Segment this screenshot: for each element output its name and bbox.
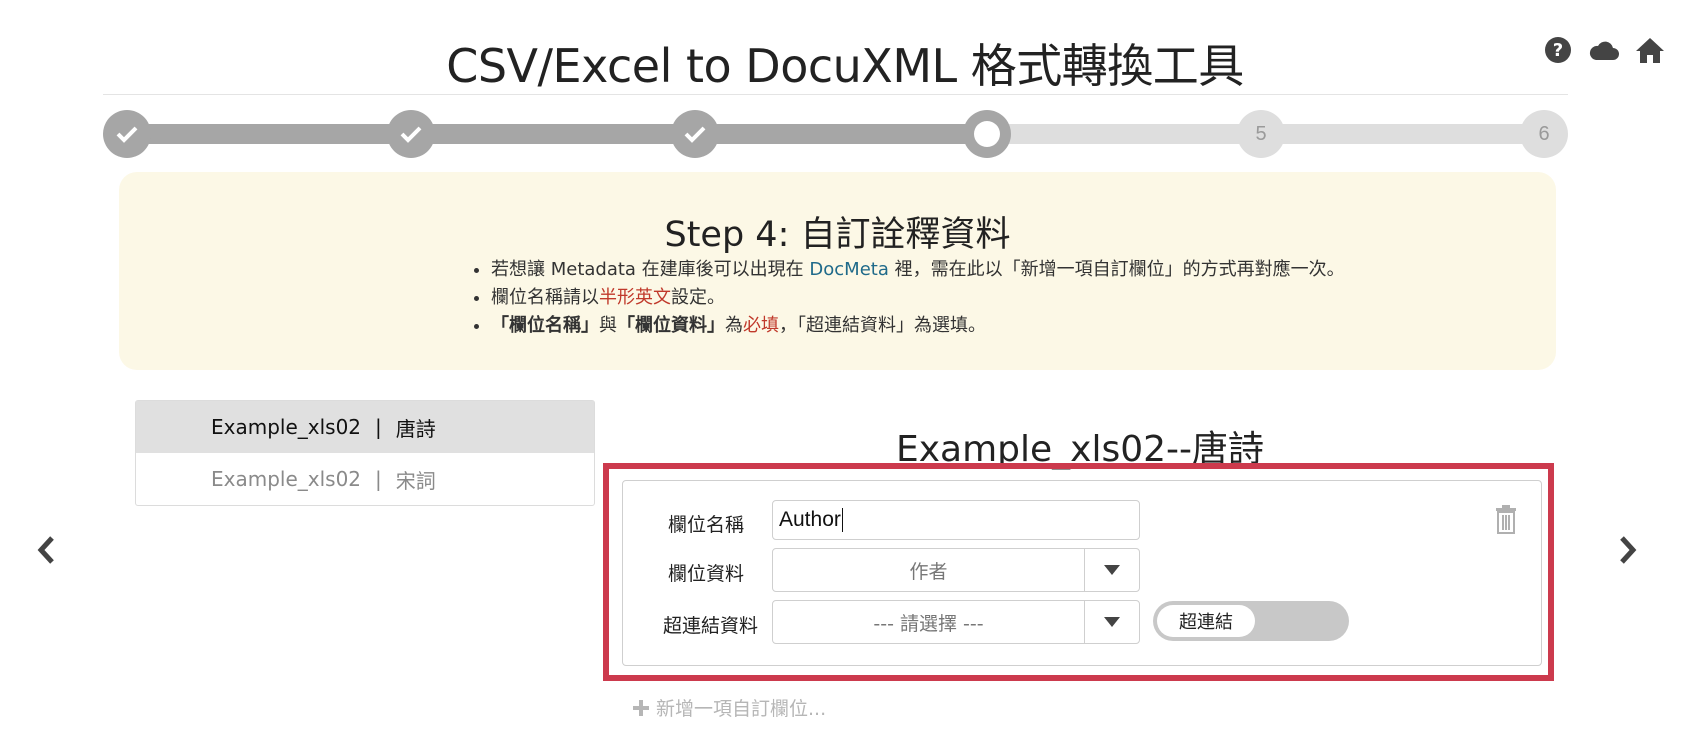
step-3-done[interactable] xyxy=(671,110,719,158)
field-name-input[interactable]: Author xyxy=(772,500,1140,540)
instruction-item: 欄位名稱請以半形英文設定。 xyxy=(491,284,1345,312)
text: 與 xyxy=(599,315,617,336)
plus-icon xyxy=(633,699,649,716)
add-field-label: 新增一項自訂欄位... xyxy=(656,698,827,720)
chevron-down-icon[interactable] xyxy=(1085,549,1139,591)
stepper-progress-done xyxy=(127,124,987,144)
file-name: Example_xls02 xyxy=(211,415,362,439)
svg-text:?: ? xyxy=(1553,40,1563,61)
add-custom-field-button[interactable]: 新增一項自訂欄位... xyxy=(632,694,826,721)
link-data-label: 超連結資料 xyxy=(662,615,758,637)
next-step-arrow[interactable] xyxy=(1610,530,1646,570)
chevron-down-icon[interactable] xyxy=(1085,601,1139,643)
sheet-list: Example_xls02 | 唐詩 Example_xls02 | 宋詞 xyxy=(135,400,595,506)
file-name: Example_xls02 xyxy=(211,467,362,491)
active-step-dot xyxy=(974,121,1000,147)
link-data-select[interactable]: --- 請選擇 --- xyxy=(772,600,1140,644)
text: 裡，需在此以「新增一項自訂欄位」的方式再對應一次。 xyxy=(888,259,1345,280)
chevron-right-icon xyxy=(1620,536,1637,564)
field-data-value: 作者 xyxy=(773,549,1085,591)
text-caret xyxy=(841,508,843,532)
text: 為 xyxy=(725,315,743,336)
text: 「欄位資料」 xyxy=(617,315,725,336)
previous-step-arrow[interactable] xyxy=(28,530,64,570)
instruction-item: 若想讓 Metadata 在建庫後可以出現在 DocMeta 裡，需在此以「新增… xyxy=(491,256,1345,284)
cloud-icon[interactable] xyxy=(1588,34,1620,66)
step-number: 5 xyxy=(1255,122,1267,145)
hyperlink-toggle-label: 超連結 xyxy=(1157,605,1255,637)
page-title: CSV/Excel to DocuXML 格式轉換工具 xyxy=(446,39,1244,93)
trash-icon[interactable] xyxy=(1493,504,1519,536)
step-6[interactable]: 6 xyxy=(1520,110,1568,158)
home-icon[interactable] xyxy=(1634,34,1666,66)
instruction-list: 若想讓 Metadata 在建庫後可以出現在 DocMeta 裡，需在此以「新增… xyxy=(469,256,1345,340)
field-data-select[interactable]: 作者 xyxy=(772,548,1140,592)
link-data-value: --- 請選擇 --- xyxy=(773,601,1085,643)
step-4-active[interactable] xyxy=(963,110,1011,158)
sheet-name: 唐詩 xyxy=(395,416,436,441)
required-text: 必填 xyxy=(743,315,779,336)
instructions-panel: Step 4: 自訂詮釋資料 若想讓 Metadata 在建庫後可以出現在 Do… xyxy=(119,172,1556,370)
step-heading: Step 4: 自訂詮釋資料 xyxy=(664,215,1011,255)
sheet-list-item[interactable]: Example_xls02 | 宋詞 xyxy=(136,453,594,505)
step-number: 6 xyxy=(1538,122,1550,145)
header-divider xyxy=(103,94,1568,95)
docmeta-term: DocMeta xyxy=(809,259,889,280)
hyperlink-toggle[interactable]: 超連結 xyxy=(1153,601,1349,641)
instruction-item: 「欄位名稱」與「欄位資料」為必填，「超連結資料」為選填。 xyxy=(491,312,1345,340)
step-2-done[interactable] xyxy=(387,110,435,158)
chevron-left-icon xyxy=(37,536,54,564)
field-name-label: 欄位名稱 xyxy=(667,514,744,536)
step-5[interactable]: 5 xyxy=(1237,110,1285,158)
checkmark-icon xyxy=(116,126,138,143)
help-circle-icon[interactable]: ? xyxy=(1542,34,1574,66)
sheet-list-item-selected[interactable]: Example_xls02 | 唐詩 xyxy=(136,401,594,453)
emphasis-text: 半形英文 xyxy=(599,287,671,308)
text: ，「超連結資料」為選填。 xyxy=(779,315,986,336)
text: 欄位名稱請以 xyxy=(491,287,599,308)
progress-stepper: 5 6 xyxy=(103,110,1568,158)
field-name-value: Author xyxy=(779,508,841,531)
text: 若想讓 Metadata 在建庫後可以出現在 xyxy=(491,259,810,280)
top-toolbar: ? xyxy=(1542,34,1666,66)
step-1-done[interactable] xyxy=(103,110,151,158)
field-data-label: 欄位資料 xyxy=(667,563,744,585)
text: 「欄位名稱」 xyxy=(491,315,599,336)
text: 設定。 xyxy=(671,287,725,308)
checkmark-icon xyxy=(400,126,422,143)
sheet-name: 宋詞 xyxy=(395,468,436,493)
separator: | xyxy=(375,467,382,491)
separator: | xyxy=(375,415,382,439)
checkmark-icon xyxy=(684,126,706,143)
